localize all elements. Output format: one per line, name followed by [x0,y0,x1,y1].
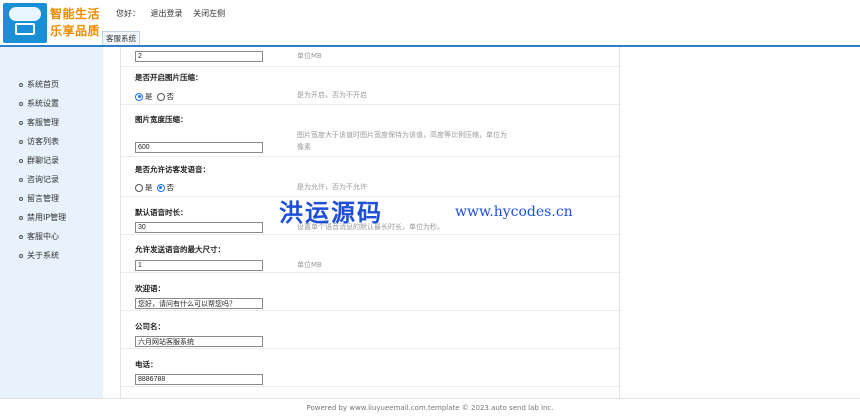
width-hint: 图片宽度大于该值时图片宽度保持为该值，高度等比例压缩，单位为像素 [297,131,507,151]
sidebar-item-settings[interactable]: 系统设置 [19,98,59,109]
bullet-icon [19,120,23,125]
form-row-voice: 是否允许访客发语音： 是 否 是为允许，否为不允许 [121,157,619,197]
compress-no-radio[interactable] [156,92,165,101]
sidebar-item-service-center[interactable]: 客服中心 [19,231,59,242]
form-row-phone: 电话： [121,349,619,387]
form-row-welcome: 欢迎语： [121,273,619,311]
brand-text: 智能生活 乐享品质 [50,6,100,40]
form-row-width: 图片宽度压缩： 图片宽度大于该值时图片宽度保持为该值，高度等比例压缩，单位为像素 [121,105,619,157]
voice-size-hint: 单位MB [297,261,322,269]
company-label: 公司名： [135,322,165,331]
bullet-icon [19,101,23,106]
bullet-icon [19,82,23,87]
sidebar-item-ip-ban[interactable]: 禁用IP管理 [19,212,66,223]
tab-service-system[interactable]: 客服系统 [102,31,140,45]
cloud-computer-icon [3,3,47,43]
sidebar-item-label: 客服中心 [27,232,59,241]
sidebar-item-label: 关于系统 [27,251,59,260]
form-row-voice-size: 允许发送语音的最大尺寸： 单位MB [121,235,619,273]
sidebar-item-group-chat[interactable]: 群聊记录 [19,155,59,166]
bullet-icon [19,139,23,144]
sidebar-item-label: 留言管理 [27,194,59,203]
form-row-compress: 是否开启图片压缩： 是 否 是为开启，否为不开启 [121,67,619,105]
voice-length-input[interactable] [135,222,263,233]
watermark-url: www.hycodes.cn [455,204,573,220]
image-size-hint: 单位MB [297,52,322,60]
sidebar-item-label: 访客列表 [27,137,59,146]
compress-label: 是否开启图片压缩： [135,73,203,82]
bullet-icon [19,253,23,258]
width-label: 图片宽度压缩： [135,115,188,124]
sidebar-item-about[interactable]: 关于系统 [19,250,59,261]
sidebar-item-agents[interactable]: 客服管理 [19,117,59,128]
brand-line-2: 乐享品质 [50,24,101,38]
sidebar-item-inquiries[interactable]: 咨询记录 [19,174,59,185]
bullet-icon [19,177,23,182]
top-links: 您好： 退出登录 关闭左侧 [116,8,233,19]
voice-size-input[interactable] [135,260,263,271]
sidebar-item-label: 客服管理 [27,118,59,127]
form-row-image-size: 单位MB [121,47,619,67]
logout-link[interactable]: 退出登录 [151,9,183,18]
voice-length-label: 默认语音时长： [135,208,188,217]
sidebar-item-label: 系统设置 [27,99,59,108]
compress-radio-group: 是 否 [135,91,178,102]
sidebar-item-messages[interactable]: 留言管理 [19,193,59,204]
sidebar-item-visitors[interactable]: 访客列表 [19,136,59,147]
sidebar-item-label: 系统首页 [27,80,59,89]
compress-no-label: 否 [166,92,175,101]
voice-size-label: 允许发送语音的最大尺寸： [135,245,225,254]
brand-line-1: 智能生活 [50,7,101,21]
voice-no-radio[interactable] [156,183,165,192]
header: 智能生活 乐享品质 您好： 退出登录 关闭左侧 客服系统 [0,0,860,47]
sidebar-item-home[interactable]: 系统首页 [19,79,59,90]
phone-label: 电话： [135,360,158,369]
logo: 智能生活 乐享品质 [3,3,101,43]
width-input[interactable] [135,142,263,153]
sidebar-item-label: 咨询记录 [27,175,59,184]
compress-hint: 是为开启，否为不开启 [297,91,367,99]
compress-yes-label: 是 [145,92,153,101]
voice-no-label: 否 [166,183,175,192]
voice-label: 是否允许访客发语音： [135,165,210,174]
bullet-icon [19,158,23,163]
watermark-text: 洪运源码 [279,198,383,227]
bullet-icon [19,234,23,239]
voice-hint: 是为允许，否为不允许 [297,183,367,191]
company-input[interactable] [135,336,263,347]
voice-yes-radio[interactable] [135,183,143,192]
voice-yes-label: 是 [145,183,153,192]
close-left-link[interactable]: 关闭左侧 [193,9,225,18]
bullet-icon [19,196,23,201]
footer: Powered by www.liuyueemail.com.template … [0,398,860,414]
greeting: 您好： [116,9,140,18]
phone-input[interactable] [135,374,263,385]
image-size-input[interactable] [135,51,263,62]
bullet-icon [19,215,23,220]
main-content: 单位MB 是否开启图片压缩： 是 否 是为开启，否为不开启 图片宽度压缩： 图片… [103,47,860,398]
welcome-input[interactable] [135,298,263,309]
welcome-label: 欢迎语： [135,284,165,293]
voice-radio-group: 是 否 [135,182,178,193]
sidebar: 系统首页 系统设置 客服管理 访客列表 群聊记录 咨询记录 留言管理 禁用IP管… [0,47,103,398]
sidebar-item-label: 禁用IP管理 [27,213,67,222]
form-row-company: 公司名： [121,311,619,349]
compress-yes-radio[interactable] [135,92,143,101]
sidebar-item-label: 群聊记录 [27,156,59,165]
